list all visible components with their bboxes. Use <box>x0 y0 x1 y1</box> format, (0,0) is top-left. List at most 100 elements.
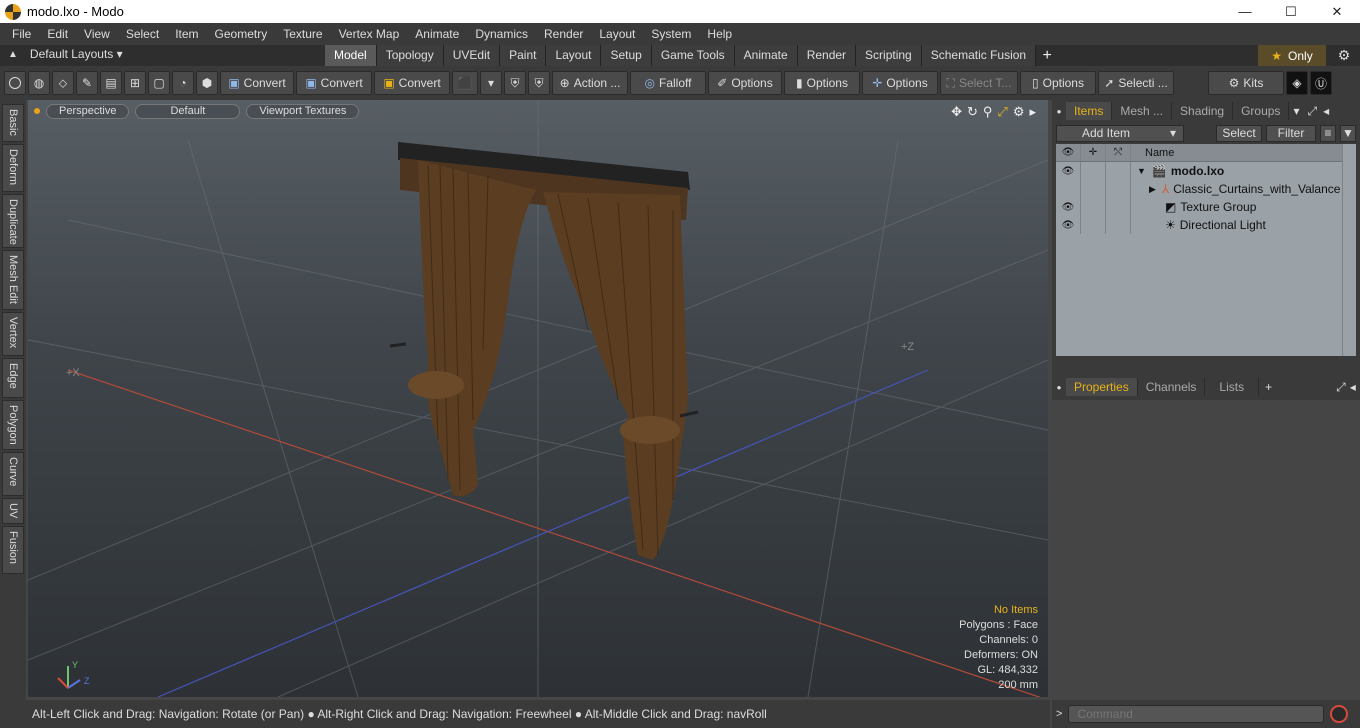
lock-header-icon[interactable]: ✛ <box>1081 144 1106 161</box>
menu-view[interactable]: View <box>76 27 118 41</box>
list-options-icon[interactable]: ≡ <box>1320 124 1336 142</box>
funnel-icon[interactable]: ▼ <box>1340 124 1356 142</box>
expand-icon[interactable]: ⤢ <box>1332 380 1350 395</box>
select-vertices-icon[interactable] <box>4 71 26 95</box>
tab-setup[interactable]: Setup <box>601 45 652 66</box>
tab-animate[interactable]: Animate <box>734 45 798 66</box>
tree-scrollbar[interactable] <box>1342 144 1356 356</box>
falloff-options-button[interactable]: ✐ Options <box>708 71 782 95</box>
tab-paint[interactable]: Paint <box>500 45 547 66</box>
snap-icon[interactable]: ⛨ <box>528 71 550 95</box>
menu-vertex-map[interactable]: Vertex Map <box>331 27 408 41</box>
unity-icon[interactable]: ◈ <box>1286 71 1308 95</box>
tab-uvedit[interactable]: UVEdit <box>443 45 501 66</box>
3d-viewport[interactable]: +X +Z Y Z Perspective Default Viewport T… <box>28 100 1048 697</box>
selection-sets-button[interactable]: ➚ Selecti ... <box>1098 71 1174 95</box>
panel-dot-icon[interactable]: ● <box>1052 107 1066 116</box>
menu-geometry[interactable]: Geometry <box>207 27 276 41</box>
layout-selector[interactable]: Default Layouts ▾ <box>30 47 123 61</box>
zoom-icon[interactable]: ⚲ <box>983 104 993 120</box>
visibility-header-icon[interactable]: 👁 <box>1056 144 1081 161</box>
select-button[interactable]: Select <box>1216 124 1262 142</box>
command-input[interactable] <box>1068 705 1325 723</box>
tree-row-mesh[interactable]: ▶ ⅄ Classic_Curtains_with_Valance <box>1056 180 1342 198</box>
tab-fusion[interactable]: Fusion <box>2 526 24 574</box>
add-tab-icon[interactable]: + <box>1259 380 1278 394</box>
select-options-button[interactable]: ▯ Options <box>1020 71 1096 95</box>
tab-shading[interactable]: Shading <box>1172 102 1234 120</box>
tab-lists[interactable]: Lists <box>1205 378 1260 396</box>
type-header-icon[interactable]: ⤲ <box>1106 144 1131 161</box>
tree-row-light[interactable]: 👁 ☀ Directional Light <box>1056 216 1342 234</box>
menu-layout[interactable]: Layout <box>591 27 643 41</box>
tab-topology[interactable]: Topology <box>376 45 444 66</box>
tab-curve[interactable]: Curve <box>2 452 24 496</box>
filter-button[interactable]: Filter <box>1266 124 1316 142</box>
tab-deform[interactable]: Deform <box>2 144 24 192</box>
viewport-menu-dot-icon[interactable] <box>34 108 40 114</box>
rotate-icon[interactable]: ↻ <box>967 104 978 120</box>
viewport-expand-icon[interactable]: ▸ <box>1029 104 1036 120</box>
dropdown-arrow-icon[interactable]: ▾ <box>480 71 502 95</box>
name-header[interactable]: Name <box>1131 147 1174 159</box>
center-icon[interactable]: ⊞ <box>124 71 146 95</box>
tab-channels[interactable]: Channels <box>1138 378 1206 396</box>
menu-dynamics[interactable]: Dynamics <box>467 27 536 41</box>
tab-scripting[interactable]: Scripting <box>856 45 922 66</box>
primitive-cube-icon[interactable]: ⬛ <box>452 71 478 95</box>
maximize-button[interactable]: ☐ <box>1268 0 1314 23</box>
select-items-icon[interactable]: ✎ <box>76 71 98 95</box>
tab-game-tools[interactable]: Game Tools <box>651 45 735 66</box>
select-materials-icon[interactable]: ▤ <box>100 71 122 95</box>
pan-icon[interactable]: ✥ <box>951 104 962 120</box>
menu-item[interactable]: Item <box>167 27 206 41</box>
select-edges-icon[interactable]: ◍ <box>28 71 50 95</box>
expand-arrow-icon[interactable]: ▼ <box>1131 166 1146 176</box>
tab-groups[interactable]: Groups <box>1233 102 1290 120</box>
minimize-button[interactable]: — <box>1222 0 1268 23</box>
frame-icon[interactable]: ▢ <box>148 71 170 95</box>
tab-layout[interactable]: Layout <box>546 45 602 66</box>
unreal-icon[interactable]: Ⓤ <box>1310 71 1332 95</box>
tab-mesh[interactable]: Mesh ... <box>1112 102 1173 120</box>
menu-animate[interactable]: Animate <box>407 27 467 41</box>
select-polygons-icon[interactable]: ⬦ <box>52 71 74 95</box>
menu-select[interactable]: Select <box>118 27 167 41</box>
collapse-icon[interactable]: ◂ <box>1350 380 1356 394</box>
textures-selector[interactable]: Viewport Textures <box>246 103 360 119</box>
gear-icon[interactable]: ⚙ <box>1334 45 1354 66</box>
fit-icon[interactable]: ⤢ <box>997 104 1007 120</box>
kits-button[interactable]: ⚙ Kits <box>1208 71 1284 95</box>
menu-edit[interactable]: Edit <box>39 27 76 41</box>
tab-items[interactable]: Items <box>1066 102 1113 120</box>
eye-icon[interactable]: 👁 <box>1056 162 1081 180</box>
action-center-button[interactable]: ⊕ Action ... <box>552 71 628 95</box>
tab-basic[interactable]: Basic <box>2 104 24 142</box>
menu-file[interactable]: File <box>4 27 39 41</box>
convert-button-3[interactable]: ▣ Convert <box>374 71 450 95</box>
shading-selector[interactable]: Default <box>135 103 241 119</box>
expand-icon[interactable]: ⤢ <box>1303 104 1321 119</box>
menu-render[interactable]: Render <box>536 27 591 41</box>
workplane-options-button[interactable]: ✛ Options <box>862 71 938 95</box>
close-button[interactable]: ✕ <box>1314 0 1360 23</box>
pivot-icon[interactable]: ◔ <box>172 71 194 95</box>
tree-row-scene[interactable]: 👁 ▼ 🎬 modo.lxo <box>1056 162 1342 180</box>
tab-render[interactable]: Render <box>797 45 857 66</box>
perspective-selector[interactable]: Perspective <box>46 103 130 119</box>
snapping-options-button[interactable]: ▮ Options <box>784 71 860 95</box>
tab-mesh-edit[interactable]: Mesh Edit <box>2 250 24 310</box>
tab-model[interactable]: Model <box>325 45 377 66</box>
layout-up-icon[interactable]: ▲ <box>8 49 18 60</box>
collapse-icon[interactable]: ◂ <box>1321 104 1331 118</box>
tab-duplicate[interactable]: Duplicate <box>2 194 24 248</box>
menu-help[interactable]: Help <box>699 27 740 41</box>
record-icon[interactable] <box>1330 705 1349 723</box>
tab-polygon[interactable]: Polygon <box>2 400 24 450</box>
eye-icon[interactable]: 👁 <box>1056 198 1081 216</box>
panel-dot-icon[interactable]: ● <box>1052 383 1066 392</box>
add-item-button[interactable]: Add Item ▾ <box>1056 124 1184 142</box>
select-through-button[interactable]: ⛶ Select T... <box>940 71 1018 95</box>
viewport-gear-icon[interactable]: ⚙ <box>1013 104 1025 120</box>
tab-vertex[interactable]: Vertex <box>2 312 24 356</box>
